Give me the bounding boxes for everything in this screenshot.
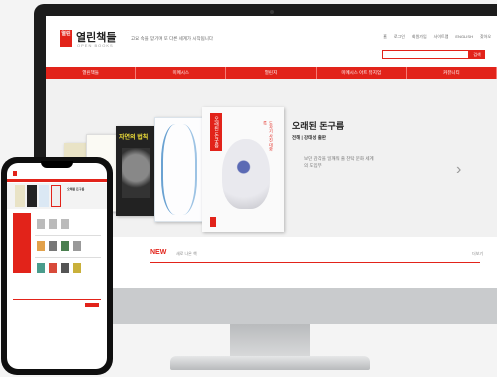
phone-nav[interactable]	[7, 179, 107, 182]
nav-item-openbooks[interactable]: 열린책들	[46, 67, 137, 79]
nav-item-mimesis[interactable]: 미메시스	[136, 67, 227, 79]
top-link-english[interactable]: ENGLISH	[455, 34, 473, 40]
main-nav: 열린책들 미메시스 열린지 미메시스 아트 뮤지엄 커뮤니티	[46, 67, 497, 79]
tagline: 고요 속을 맏기며 또 다른 세계가 시작됩니다	[131, 36, 214, 41]
phone-thumb[interactable]	[49, 263, 57, 273]
new-books-label: NEW	[150, 249, 167, 256]
chevron-right-icon[interactable]: ›	[456, 161, 461, 179]
phone-logo[interactable]	[13, 171, 17, 176]
logo-mark[interactable]: 열린	[60, 30, 72, 47]
phone-thumb[interactable]	[73, 263, 81, 273]
phone-book-cover[interactable]	[39, 185, 49, 207]
phone-thumb[interactable]	[61, 219, 69, 229]
book-cover[interactable]	[154, 117, 204, 222]
phone-thumb[interactable]	[37, 241, 45, 251]
vase-illustration	[222, 139, 270, 209]
phone-screen: 오래된 돈구름	[7, 163, 107, 369]
top-link-sitemap[interactable]: 사이트맵	[434, 34, 449, 40]
webcam	[270, 10, 274, 14]
divider	[150, 262, 480, 263]
top-links: 홈 로그인 회원가입 사이트맵 ENGLISH 찾아오	[383, 34, 491, 40]
featured-book-cover[interactable]: 오래된 돈구름 도자기 사진 대화록	[202, 107, 284, 232]
top-link-home[interactable]: 홈	[383, 34, 387, 40]
nav-item-museum[interactable]: 미메시스 아트 뮤지엄	[317, 67, 407, 79]
featured-book-cover-title: 오래된 돈구름	[210, 113, 222, 151]
book-cover-art	[161, 124, 197, 215]
phone-thumb[interactable]	[49, 219, 57, 229]
publisher-seal	[210, 217, 216, 227]
phone-book-cover[interactable]	[51, 185, 61, 207]
nav-item-community[interactable]: 커뮤니티	[407, 67, 497, 79]
phone-footer-logo	[85, 303, 99, 307]
site-header: 열린 열린책들 OPEN BOOKS 고요 속을 맏기며 또 다른 세계가 시작…	[46, 16, 497, 64]
phone-thumb[interactable]	[73, 241, 81, 251]
search-input[interactable]	[382, 50, 469, 59]
hero-carousel: 자연의 법칙 오래된 돈구름 도자기 사진 대화록 오래된 돈구름 전해 | 강…	[46, 79, 497, 237]
phone-list-divider	[35, 235, 101, 236]
desktop-screen: 열린 열린책들 OPEN BOOKS 고요 속을 맏기며 또 다른 세계가 시작…	[46, 16, 497, 288]
phone-featured-title: 오래된 돈구름	[67, 187, 85, 191]
phone-thumb[interactable]	[37, 263, 45, 273]
phone-sidebar	[13, 213, 31, 273]
smartphone: 오래된 돈구름	[1, 157, 113, 375]
phone-book-cover[interactable]	[15, 185, 25, 207]
featured-book-title[interactable]: 오래된 돈구름	[292, 119, 344, 132]
new-books-section: NEW 새로 나온 책 더보기	[46, 237, 497, 288]
top-link-login[interactable]: 로그인	[394, 34, 405, 40]
book-cover-title: 자연의 법칙	[119, 135, 149, 141]
search-button[interactable]: 검색	[469, 50, 485, 59]
featured-book-author: 전해 | 강태성 출판	[292, 135, 326, 140]
phone-book-cover[interactable]	[27, 185, 37, 207]
phone-thumb[interactable]	[37, 219, 45, 229]
featured-book-description: 보던 감각을 일깨워 줄 찬탁 문화 세계의 도입부	[304, 156, 374, 168]
phone-thumb[interactable]	[49, 241, 57, 251]
top-link-join[interactable]: 회원가입	[412, 34, 427, 40]
book-cover[interactable]: 자연의 법칙	[116, 126, 156, 216]
phone-thumb[interactable]	[61, 263, 69, 273]
phone-thumb[interactable]	[61, 241, 69, 251]
new-books-subtitle: 새로 나온 책	[176, 251, 197, 256]
phone-footer-divider	[13, 299, 101, 300]
book-cover-art	[122, 148, 150, 198]
logo-sub: OPEN BOOKS	[77, 43, 114, 48]
monitor-stand	[230, 324, 310, 358]
nav-item-yeollinji[interactable]: 열린지	[226, 67, 317, 79]
phone-notch	[41, 161, 73, 168]
featured-book-cover-subtitle: 도자기 사진 대화록	[263, 121, 274, 152]
monitor-base	[170, 356, 370, 370]
new-books-more-link[interactable]: 더보기	[472, 251, 483, 257]
top-link-directions[interactable]: 찾아오	[480, 34, 491, 40]
phone-list-divider	[35, 257, 101, 258]
